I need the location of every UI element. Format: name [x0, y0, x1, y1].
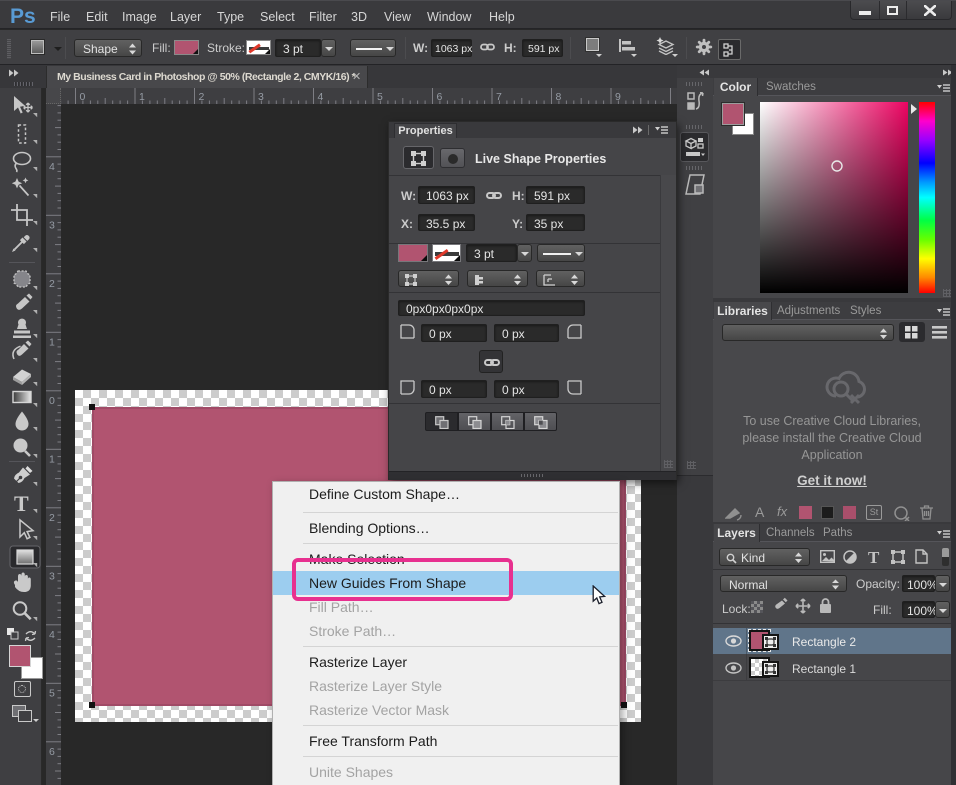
svg-text:4: 4 — [49, 161, 55, 173]
svg-text:3: 3 — [258, 91, 264, 103]
svg-text:1: 1 — [49, 336, 55, 348]
svg-text:T: T — [14, 491, 29, 516]
svg-text:0: 0 — [80, 91, 86, 103]
svg-text:4: 4 — [49, 629, 55, 641]
svg-text:8: 8 — [556, 91, 562, 103]
svg-text:2: 2 — [199, 91, 205, 103]
svg-text:9: 9 — [615, 91, 621, 103]
svg-text:7: 7 — [496, 91, 502, 103]
svg-text:2: 2 — [49, 512, 55, 524]
svg-text:3: 3 — [49, 219, 55, 231]
svg-text:6: 6 — [49, 746, 55, 758]
svg-text:6: 6 — [437, 91, 443, 103]
svg-text:5: 5 — [377, 91, 383, 103]
svg-text:1: 1 — [139, 91, 145, 103]
svg-text:5: 5 — [49, 687, 55, 699]
svg-text:1: 1 — [49, 453, 55, 465]
svg-text:3: 3 — [49, 570, 55, 582]
svg-text:0: 0 — [49, 395, 55, 407]
svg-text:4: 4 — [318, 91, 324, 103]
svg-text:2: 2 — [49, 278, 55, 290]
